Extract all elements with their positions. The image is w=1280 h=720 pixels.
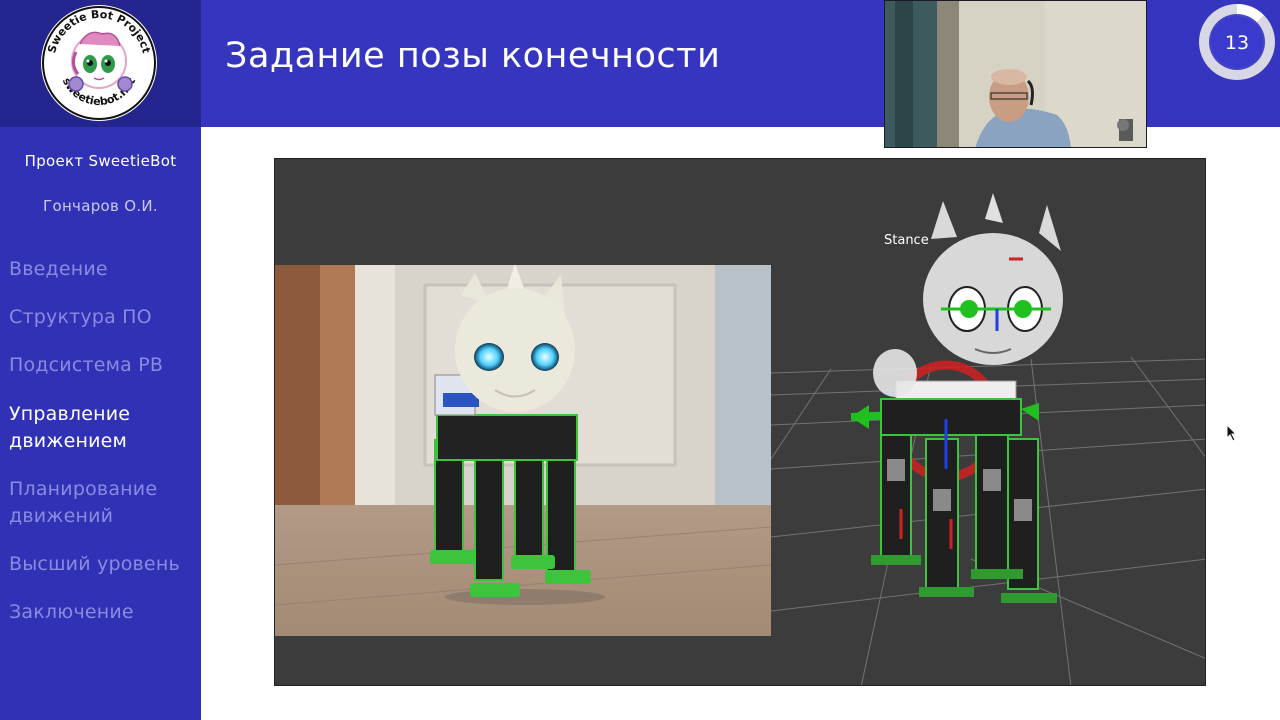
presenter-video (885, 1, 1146, 147)
video-frame: Stance (274, 158, 1206, 686)
sweetiebot-logo: Sweetie Bot Project sweetiebot.net (41, 5, 157, 121)
stance-label: Stance (884, 233, 929, 248)
nav-item-intro[interactable]: Введение (9, 256, 199, 283)
author-name: Гончаров О.И. (43, 197, 158, 215)
sidebar: Sweetie Bot Project sweetiebot.net Проек… (0, 0, 201, 720)
page-number: 13 (1225, 32, 1249, 54)
nav-item-motion-planning[interactable]: Планирование движений (9, 476, 199, 530)
project-name: Проект SweetieBot (24, 152, 177, 170)
mouse-cursor-icon (1226, 424, 1238, 442)
robot-photo (275, 265, 771, 636)
rviz-visualization (771, 193, 1205, 685)
nav-item-motion-control[interactable]: Управление движением (9, 401, 199, 455)
logo-area: Sweetie Bot Project sweetiebot.net (0, 0, 201, 127)
nav-item-conclusion[interactable]: Заключение (9, 599, 199, 626)
webcam-overlay (884, 0, 1147, 148)
nav-item-high-level[interactable]: Высший уровень (9, 551, 199, 578)
slide-title: Задание позы конечности (225, 36, 721, 76)
nav-item-software-structure[interactable]: Структура ПО (9, 304, 199, 331)
page-counter: 13 (1197, 2, 1277, 82)
nav-item-realtime-subsystem[interactable]: Подсистема РВ (9, 352, 199, 379)
